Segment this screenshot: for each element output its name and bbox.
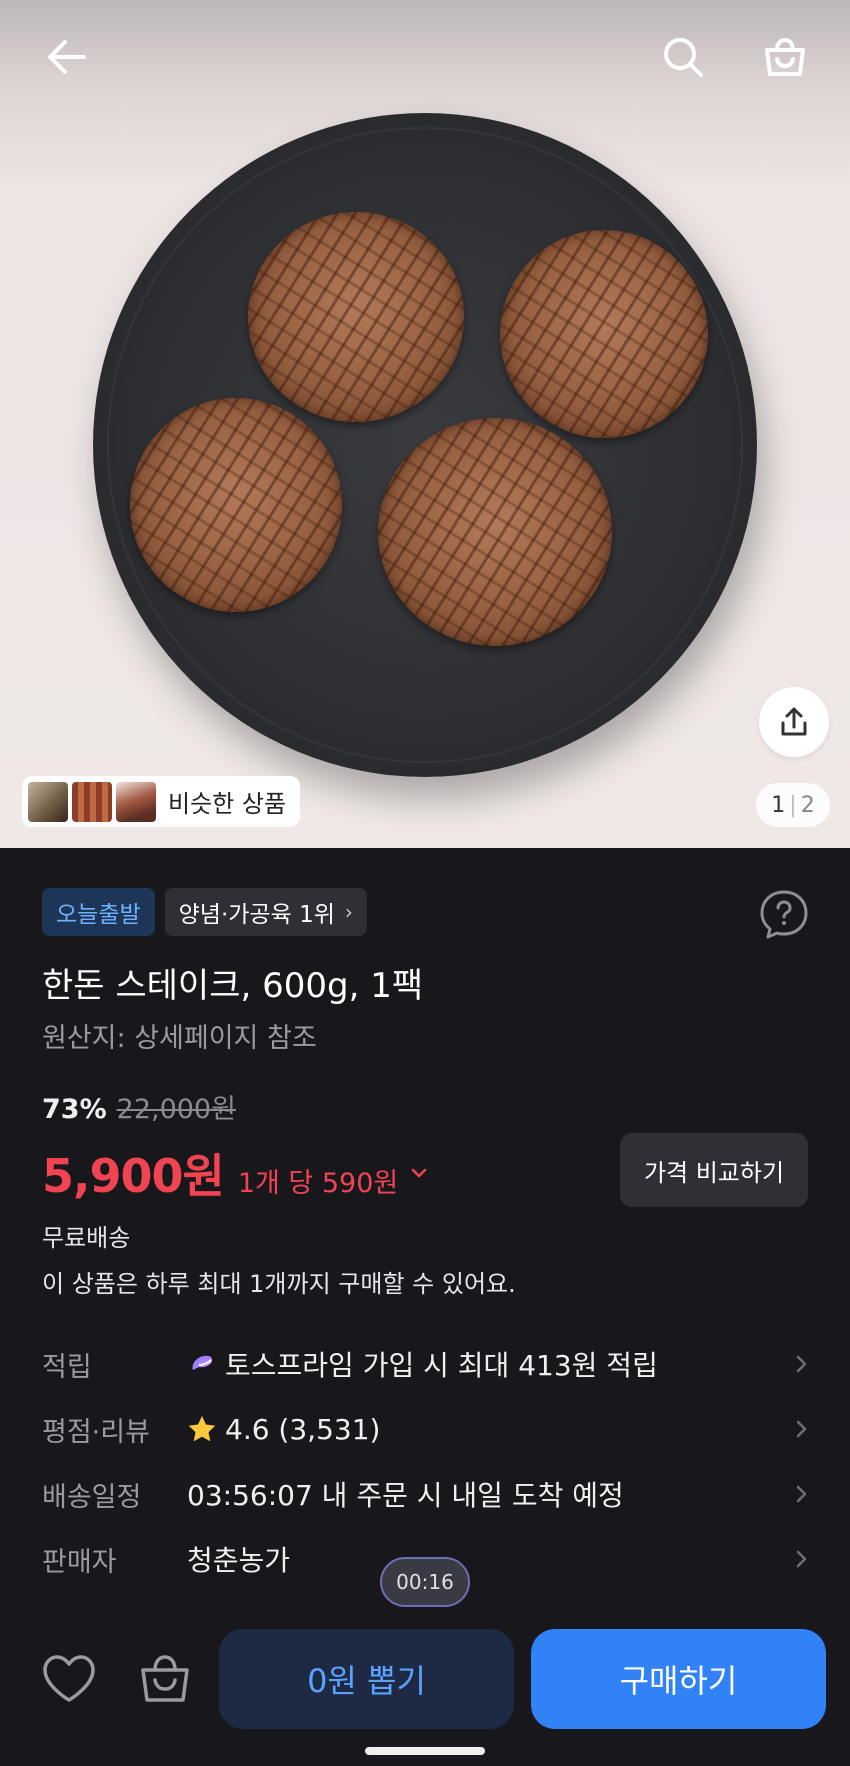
unit-price: 1개 당 590원 bbox=[237, 1168, 399, 1199]
product-origin: 원산지: 상세페이지 참조 bbox=[42, 1023, 317, 1054]
similar-product-thumbnail bbox=[28, 781, 68, 822]
buy-label: 구매하기 bbox=[619, 1662, 738, 1700]
star-icon bbox=[188, 1416, 216, 1442]
help-icon[interactable] bbox=[758, 888, 810, 940]
info-row-delivery[interactable]: 배송일정 03:56:07 내 주문 시 내일 도착 예정 bbox=[42, 1466, 812, 1522]
home-indicator bbox=[365, 1747, 485, 1755]
info-value: 03:56:07 내 주문 시 내일 도착 예정 bbox=[187, 1474, 790, 1514]
share-button[interactable] bbox=[759, 687, 829, 757]
shopping-bag-icon[interactable] bbox=[758, 30, 812, 84]
purchase-limit-notice: 이 상품은 하루 최대 1개까지 구매할 수 있어요. bbox=[42, 1270, 516, 1298]
back-arrow-icon[interactable] bbox=[40, 30, 94, 84]
product-photo-patty bbox=[378, 418, 612, 646]
product-image-gallery[interactable]: 비슷한 상품 1 | 2 bbox=[0, 0, 850, 848]
discount-rate: 73% bbox=[42, 1094, 107, 1125]
info-row-rating[interactable]: 평점·리뷰 4.6 (3,531) bbox=[42, 1401, 812, 1457]
cart-icon[interactable] bbox=[134, 1648, 196, 1710]
product-photo-patty bbox=[248, 212, 464, 422]
chevron-right-icon bbox=[796, 1420, 807, 1438]
info-row-points[interactable]: 적립 토스프라임 가입 시 최대 413원 적립 bbox=[42, 1336, 812, 1392]
shipping-info: 무료배송 bbox=[42, 1224, 131, 1252]
zero-won-draw-button[interactable]: 0원 뽑기 bbox=[219, 1629, 514, 1729]
price-row[interactable]: 5,900원 1개 당 590원 bbox=[42, 1140, 430, 1206]
info-key: 평점·리뷰 bbox=[42, 1416, 150, 1448]
timer-badge: 00:16 bbox=[380, 1557, 470, 1607]
info-value-text: 청춘농가 bbox=[187, 1544, 291, 1577]
chevron-right-icon bbox=[796, 1550, 807, 1568]
info-value: 4.6 (3,531) bbox=[187, 1413, 790, 1446]
product-badges: 오늘출발 양념·가공육 1위 › bbox=[42, 888, 367, 936]
similar-product-thumbnail bbox=[72, 781, 112, 822]
heart-icon[interactable] bbox=[38, 1648, 100, 1710]
zero-won-draw-label: 0원 뽑기 bbox=[307, 1662, 426, 1700]
info-value-text: 03:56:07 내 주문 시 내일 도착 예정 bbox=[187, 1479, 624, 1512]
info-value: 토스프라임 가입 시 최대 413원 적립 bbox=[187, 1344, 790, 1384]
chevron-down-icon[interactable] bbox=[408, 1162, 430, 1184]
product-photo-patty bbox=[130, 398, 342, 612]
discount-row: 73% 22,000원 bbox=[42, 1087, 236, 1126]
similar-product-thumbnail bbox=[116, 781, 156, 822]
price-compare-label: 가격 비교하기 bbox=[643, 1158, 785, 1187]
chevron-right-icon bbox=[796, 1355, 807, 1373]
pager-total: 2 bbox=[800, 792, 815, 818]
info-value-text: 4.6 (3,531) bbox=[225, 1412, 381, 1446]
info-key: 배송일정 bbox=[42, 1481, 142, 1513]
info-value: 청춘농가 bbox=[187, 1539, 790, 1579]
pager-current: 1 bbox=[771, 792, 786, 818]
similar-products-label: 비슷한 상품 bbox=[168, 790, 287, 818]
chevron-right-icon bbox=[796, 1485, 807, 1503]
original-price: 22,000원 bbox=[116, 1094, 236, 1125]
category-rank-badge[interactable]: 양념·가공육 1위 › bbox=[164, 888, 367, 936]
chevron-right-icon: › bbox=[344, 900, 353, 924]
share-icon bbox=[781, 707, 807, 736]
pager-separator: | bbox=[789, 792, 797, 818]
toss-prime-icon bbox=[192, 1355, 213, 1370]
product-title: 한돈 스테이크, 600g, 1팩 bbox=[42, 966, 424, 1006]
buy-button[interactable]: 구매하기 bbox=[531, 1629, 826, 1729]
search-icon[interactable] bbox=[656, 30, 710, 84]
today-shipping-label: 오늘출발 bbox=[56, 902, 141, 928]
today-shipping-badge: 오늘출발 bbox=[42, 888, 155, 936]
sale-price: 5,900원 bbox=[42, 1149, 225, 1203]
price-compare-button[interactable]: 가격 비교하기 bbox=[620, 1133, 808, 1207]
info-value-text: 토스프라임 가입 시 최대 413원 적립 bbox=[225, 1349, 658, 1382]
image-pager: 1 | 2 bbox=[756, 783, 830, 827]
info-key: 판매자 bbox=[42, 1546, 117, 1578]
info-key: 적립 bbox=[42, 1351, 92, 1383]
category-rank-label: 양념·가공육 1위 bbox=[178, 902, 335, 928]
similar-products-button[interactable]: 비슷한 상품 bbox=[22, 776, 301, 827]
product-photo-patty bbox=[500, 230, 708, 438]
